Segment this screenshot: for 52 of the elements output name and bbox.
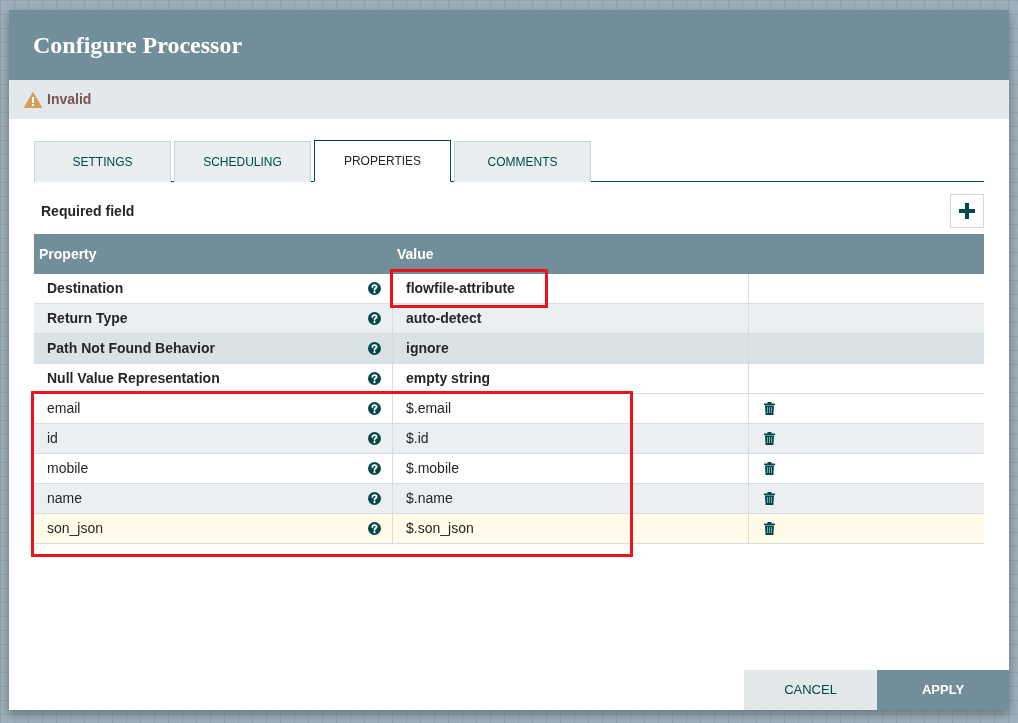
property-name: son_json <box>47 519 104 538</box>
tab[interactable]: SCHEDULING <box>174 141 311 182</box>
status-text: Invalid <box>47 90 92 109</box>
help-icon[interactable] <box>368 492 381 505</box>
trash-icon[interactable] <box>764 402 775 415</box>
property-name: Null Value Representation <box>47 369 220 388</box>
property-row[interactable]: son_json $.son_json <box>34 514 984 544</box>
help-icon[interactable] <box>368 312 381 325</box>
property-name: Destination <box>47 279 124 298</box>
property-value[interactable]: ignore <box>406 338 449 359</box>
tab[interactable]: SETTINGS <box>34 141 171 182</box>
trash-icon[interactable] <box>764 492 775 505</box>
trash-icon[interactable] <box>764 432 775 445</box>
trash-icon[interactable] <box>764 462 775 475</box>
property-value[interactable]: $.id <box>406 428 429 449</box>
help-icon[interactable] <box>368 372 381 385</box>
help-icon[interactable] <box>368 282 381 295</box>
column-header: Property <box>39 246 97 262</box>
property-value[interactable]: $.name <box>406 488 453 509</box>
help-icon[interactable] <box>368 402 381 415</box>
help-icon[interactable] <box>368 432 381 445</box>
trash-icon[interactable] <box>764 522 775 535</box>
property-name: Return Type <box>47 309 128 328</box>
property-name: Path Not Found Behavior <box>47 339 215 358</box>
property-name: name <box>47 489 83 508</box>
cancel-button[interactable]: CANCEL <box>744 670 877 710</box>
tab[interactable]: PROPERTIES <box>314 140 451 182</box>
help-icon[interactable] <box>368 522 381 535</box>
plus-icon <box>959 203 975 219</box>
property-name: mobile <box>47 459 89 478</box>
warning-icon <box>24 91 42 108</box>
property-row[interactable]: id $.id <box>34 424 984 454</box>
help-icon[interactable] <box>368 342 381 355</box>
property-value[interactable]: empty string <box>406 368 490 389</box>
property-row[interactable]: Return Type auto-detect <box>34 304 984 334</box>
property-name: id <box>47 429 58 448</box>
property-value[interactable]: $.son_json <box>406 518 474 539</box>
property-name: email <box>47 399 81 418</box>
property-value[interactable]: auto-detect <box>406 308 482 329</box>
property-row[interactable]: name $.name <box>34 484 984 514</box>
help-icon[interactable] <box>368 462 381 475</box>
property-value[interactable]: flowfile-attribute <box>406 278 515 299</box>
property-row[interactable]: Path Not Found Behavior ignore <box>34 334 984 364</box>
tab[interactable]: COMMENTS <box>454 141 591 182</box>
property-value[interactable]: $.email <box>406 398 452 419</box>
add-property-button[interactable] <box>950 194 984 228</box>
column-header: Value <box>397 246 434 262</box>
dialog-title: Configure Processor <box>33 33 243 57</box>
required-field-label: Required field <box>41 201 135 221</box>
property-row[interactable]: mobile $.mobile <box>34 454 984 484</box>
property-value[interactable]: $.mobile <box>406 458 459 479</box>
property-row[interactable]: email $.email <box>34 394 984 424</box>
